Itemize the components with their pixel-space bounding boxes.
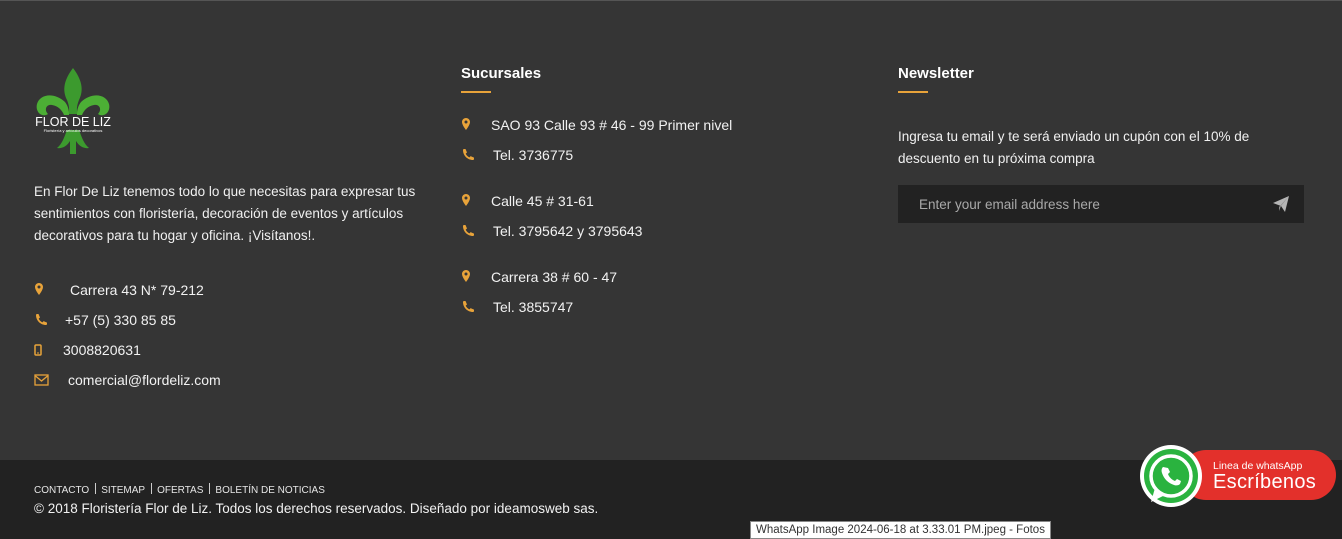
mobile-icon — [34, 344, 42, 356]
branch-1-address-text: SAO 93 Calle 93 # 46 - 99 Primer nivel — [491, 117, 733, 133]
branch-3-phone-text: Tel. 3855747 — [493, 299, 574, 315]
newsletter-description: Ingresa tu email y te será enviado un cu… — [898, 129, 1250, 166]
newsletter-heading-underline — [898, 91, 928, 93]
branch-1-phone-text: Tel. 3736775 — [493, 147, 574, 163]
phone-icon — [463, 301, 474, 312]
envelope-icon — [34, 374, 49, 386]
footer-link-sitemap[interactable]: SITEMAP — [101, 485, 145, 496]
footer-link-ofertas[interactable]: OFERTAS — [157, 485, 203, 496]
footer-link-contacto[interactable]: CONTACTO — [34, 485, 89, 496]
footer-nav-separator — [209, 483, 211, 494]
newsletter-heading: Newsletter — [898, 65, 974, 82]
flor-de-liz-logo[interactable]: FLOR DE LIZ Floristería y artículos deco… — [34, 66, 112, 156]
branch-2-phone-text: Tel. 3795642 y 3795643 — [493, 223, 643, 239]
contact-email-text: comercial@flordeliz.com — [68, 372, 221, 388]
footer-nav-separator — [95, 483, 97, 494]
contact-address-text: Carrera 43 N* 79-212 — [70, 282, 204, 298]
branch-2-address-text: Calle 45 # 31-61 — [491, 193, 594, 209]
top-border — [0, 0, 1342, 1]
whatsapp-cta-label: Escríbenos — [1213, 471, 1317, 493]
contact-mobile-text: 3008820631 — [63, 342, 141, 358]
logo-text: FLOR DE LIZ — [35, 115, 111, 129]
contact-phone-text: +57 (5) 330 85 85 — [65, 312, 176, 328]
map-marker-icon — [35, 283, 43, 295]
phone-icon — [36, 314, 47, 325]
whatsapp-button[interactable]: Linea de whatsApp Escríbenos — [1137, 444, 1337, 510]
newsletter-form — [898, 185, 1304, 223]
map-marker-icon — [462, 194, 470, 206]
phone-icon — [463, 225, 474, 236]
map-marker-icon — [462, 118, 470, 130]
phone-icon — [463, 149, 474, 160]
paper-plane-icon[interactable] — [1272, 195, 1290, 213]
map-marker-icon — [462, 270, 470, 282]
whatsapp-icon — [1140, 445, 1202, 507]
branch-3-address-text: Carrera 38 # 60 - 47 — [491, 269, 618, 285]
footer-nav: CONTACTO SITEMAP OFERTAS BOLETÍN DE NOTICIA… — [34, 483, 325, 497]
branches-heading-underline — [461, 91, 491, 93]
fleur-de-lis-icon: FLOR DE LIZ Floristería y artículos deco… — [35, 68, 111, 154]
footer-link-boletin[interactable]: BOLETÍN DE NOTICIAS — [215, 485, 324, 496]
newsletter-email-input[interactable] — [898, 185, 1258, 223]
branches-heading: Sucursales — [461, 65, 542, 82]
footer-nav-separator — [151, 483, 153, 494]
copyright-text: © 2018 Floristería Flor de Liz. Todos lo… — [34, 501, 599, 516]
about-description: En Flor De Liz tenemos todo lo que neces… — [34, 184, 416, 243]
file-tooltip: WhatsApp Image 2024-06-18 at 3.33.01 PM.… — [750, 521, 1051, 539]
logo-subtext: Floristería y artículos decorativos — [44, 128, 103, 133]
